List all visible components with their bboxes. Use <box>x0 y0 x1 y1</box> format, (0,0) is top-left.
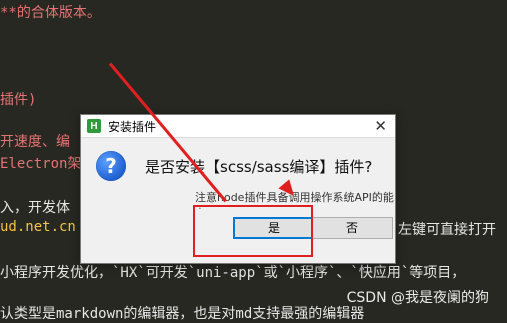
bg-line-4: 开速度、编 <box>0 134 70 150</box>
dialog-titlebar[interactable]: H 安装插件 ✕ <box>81 115 395 138</box>
bg-line-9: 小程序开发优化，`HX`可开发`uni-app`或`小程序`、`快应用`等项目， <box>0 265 466 281</box>
bg-line-10: 认类型是markdown的编辑器，也是对md支持最强的编辑器 <box>0 306 365 322</box>
bg-line-1: **的合体版本。 <box>0 5 101 21</box>
close-icon[interactable]: ✕ <box>374 117 387 135</box>
hbuilder-app-icon: H <box>87 119 101 133</box>
dialog-main-message: 是否安装【scss/sass编译】插件? <box>145 158 373 176</box>
watermark: CSDN @我是夜阑的狗 <box>346 290 489 306</box>
dialog-title: 安装插件 <box>108 119 157 134</box>
bg-line-6: 入，开发体 <box>0 200 70 216</box>
bg-line-3: 插件) <box>0 92 37 108</box>
annotation-highlight-box <box>193 205 313 257</box>
bg-line-5: Electron架 <box>0 156 82 172</box>
no-button[interactable]: 否 <box>311 217 393 239</box>
bg-line-8: 左键可直接打开 <box>398 222 496 238</box>
question-icon: ? <box>96 151 126 181</box>
bg-line-7: ud.net.cn <box>0 219 76 235</box>
